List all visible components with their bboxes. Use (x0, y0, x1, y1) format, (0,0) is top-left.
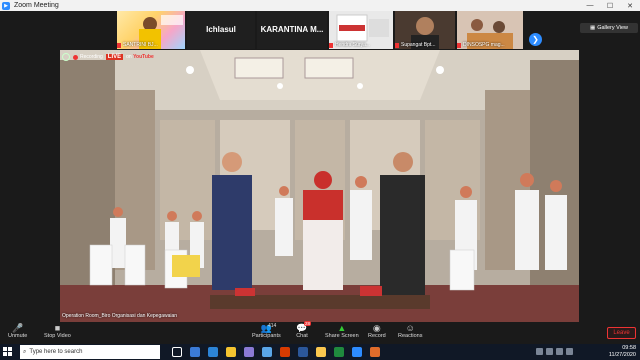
participant-thumbnail[interactable]: SANTRINI BJ... (117, 11, 185, 49)
youtube-prefix: on (126, 54, 132, 60)
recording-label: Recording (80, 54, 103, 60)
participant-name: Hendra Surya... (335, 42, 371, 48)
participants-button[interactable]: 👥 414 Participants (252, 323, 281, 340)
edge-icon[interactable] (190, 347, 200, 357)
recording-indicator: Recording (73, 54, 103, 60)
thumbnail-strip: SANTRINI BJ... Ichlasul KARANTINA M... H… (0, 11, 640, 49)
record-icon: ◉ (372, 322, 381, 333)
maximize-button[interactable]: ☐ (600, 0, 620, 11)
video-camera-icon: ■ (54, 323, 61, 333)
unmute-label: Unmute (8, 333, 28, 339)
youtube-name: YouTube (133, 54, 154, 60)
clock-time: 09:58 (622, 345, 636, 351)
youtube-label: on YouTube (126, 54, 154, 60)
participant-name: DINSOSPG mag... (463, 42, 505, 48)
edge-browser-icon[interactable] (208, 347, 218, 357)
grid-icon: ▦ (590, 25, 596, 31)
store-icon[interactable] (244, 347, 254, 357)
live-badge: LIVE (105, 54, 124, 60)
clock-date: 11/27/2020 (608, 352, 636, 358)
window-controls: — ☐ ✕ (580, 0, 640, 11)
reactions-icon: ☺ (405, 323, 415, 333)
mail-icon[interactable] (262, 347, 272, 357)
network-icon[interactable] (546, 348, 553, 355)
participant-thumbnail[interactable]: DINSOSPG mag... (457, 11, 523, 49)
file-explorer-icon[interactable] (226, 347, 236, 357)
window-title: Zoom Meeting (14, 2, 59, 9)
meeting-toolbar: 🎤 Unmute ■ Stop Video 👥 414 Participants… (0, 321, 640, 344)
record-button[interactable]: ◉ Record (368, 322, 386, 340)
next-page-button[interactable]: ❯ (529, 33, 542, 46)
main-video-scene (60, 50, 579, 322)
participant-thumbnail[interactable]: Supangat Bpt... (395, 11, 455, 49)
zoom-window: ▶ Zoom Meeting — ☐ ✕ SANTRINI BJ... Ichl… (0, 0, 640, 360)
task-view-icon[interactable] (172, 347, 182, 357)
unmute-button[interactable]: 🎤 Unmute (8, 322, 28, 340)
minimize-button[interactable]: — (580, 0, 600, 11)
chrome-icon[interactable] (316, 347, 326, 357)
battery-icon[interactable] (566, 348, 573, 355)
participant-name: SANTRINI BJ... (123, 42, 158, 48)
taskbar-search[interactable]: ⌕ Type here to search (20, 345, 160, 359)
record-label: Record (368, 333, 386, 339)
participants-count: 414 (268, 323, 277, 329)
share-screen-icon: ▲ (337, 323, 347, 333)
stop-video-button[interactable]: ■ Stop Video (44, 323, 71, 339)
tray-arrow-icon[interactable] (536, 348, 543, 355)
share-screen-label: Share Screen (325, 333, 359, 339)
participant-name: Ichlasul (206, 25, 236, 34)
active-speaker-name: Operation Room_Biro Organisasi dan Kepeg… (62, 313, 178, 319)
participant-name: Supangat Bpt... (401, 42, 436, 48)
share-screen-button[interactable]: ▲ Share Screen (325, 323, 359, 339)
zoom-taskbar-icon[interactable] (352, 347, 362, 357)
search-placeholder: Type here to search (29, 349, 83, 355)
gallery-view-label: Gallery View (597, 25, 628, 31)
excel-icon[interactable] (334, 347, 344, 357)
title-bar: ▶ Zoom Meeting — ☐ ✕ (0, 0, 640, 11)
video-status-bar: Recording LIVE on YouTube (62, 53, 154, 61)
leave-button[interactable]: Leave (607, 327, 636, 339)
record-dot-icon (73, 54, 78, 60)
muted-mic-icon (395, 43, 399, 48)
volume-icon[interactable] (556, 348, 563, 355)
stop-video-label: Stop Video (44, 333, 71, 339)
reactions-label: Reactions (398, 333, 423, 339)
chat-button[interactable]: 💬 28 Chat (296, 321, 312, 339)
reactions-button[interactable]: ☺ Reactions (398, 323, 422, 339)
participant-thumbnail[interactable]: Ichlasul (187, 11, 255, 49)
powerpoint-icon[interactable] (280, 347, 290, 357)
participants-label: Participants (252, 333, 281, 339)
participant-thumbnail[interactable]: KARANTINA M... (257, 11, 327, 49)
os-taskbar: ⌕ Type here to search 09:58 11/27/2020 (0, 344, 640, 360)
search-icon: ⌕ (23, 348, 27, 355)
chat-unread-badge: 28 (304, 321, 312, 326)
participant-name: KARANTINA M... (260, 25, 324, 34)
main-video (60, 50, 579, 322)
app-icon[interactable] (370, 347, 380, 357)
muted-mic-icon (329, 43, 333, 48)
participant-thumbnail[interactable]: Hendra Surya... (329, 11, 393, 49)
muted-mic-icon (457, 43, 461, 48)
muted-mic-icon: 🎤 (12, 322, 24, 333)
windows-start-icon[interactable] (3, 347, 13, 357)
zoom-logo-icon: ▶ (2, 1, 10, 10)
close-button[interactable]: ✕ (620, 0, 640, 11)
muted-mic-icon (117, 43, 121, 48)
chat-label: Chat (296, 333, 308, 339)
shield-icon (62, 53, 70, 61)
gallery-view-button[interactable]: ▦ Gallery View (580, 23, 638, 33)
word-icon[interactable] (298, 347, 308, 357)
clock[interactable]: 09:58 11/27/2020 (609, 345, 636, 359)
